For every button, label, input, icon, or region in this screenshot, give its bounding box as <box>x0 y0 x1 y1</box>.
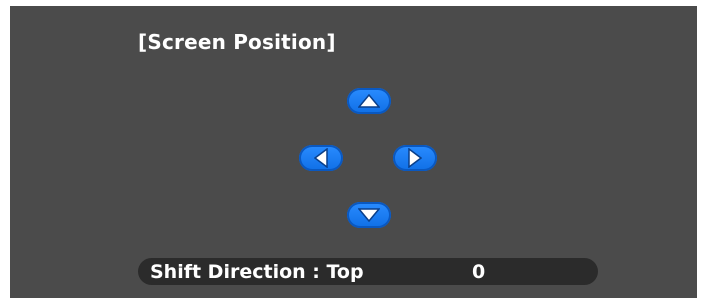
shift-value: 0 <box>472 260 486 283</box>
triangle-left-icon <box>314 148 328 168</box>
shift-right-button[interactable] <box>393 145 437 171</box>
triangle-right-icon <box>408 148 422 168</box>
panel-title: [Screen Position] <box>138 30 336 54</box>
shift-left-button[interactable] <box>299 145 343 171</box>
shift-up-button[interactable] <box>347 88 391 114</box>
triangle-up-icon <box>358 94 380 108</box>
shift-direction-label: Shift Direction : Top <box>150 260 364 283</box>
shift-direction-status-bar: Shift Direction : Top 0 <box>138 258 598 285</box>
shift-down-button[interactable] <box>347 202 391 228</box>
screen-position-panel: [Screen Position] Shift Direction : Top … <box>10 6 697 298</box>
triangle-down-icon <box>358 208 380 222</box>
